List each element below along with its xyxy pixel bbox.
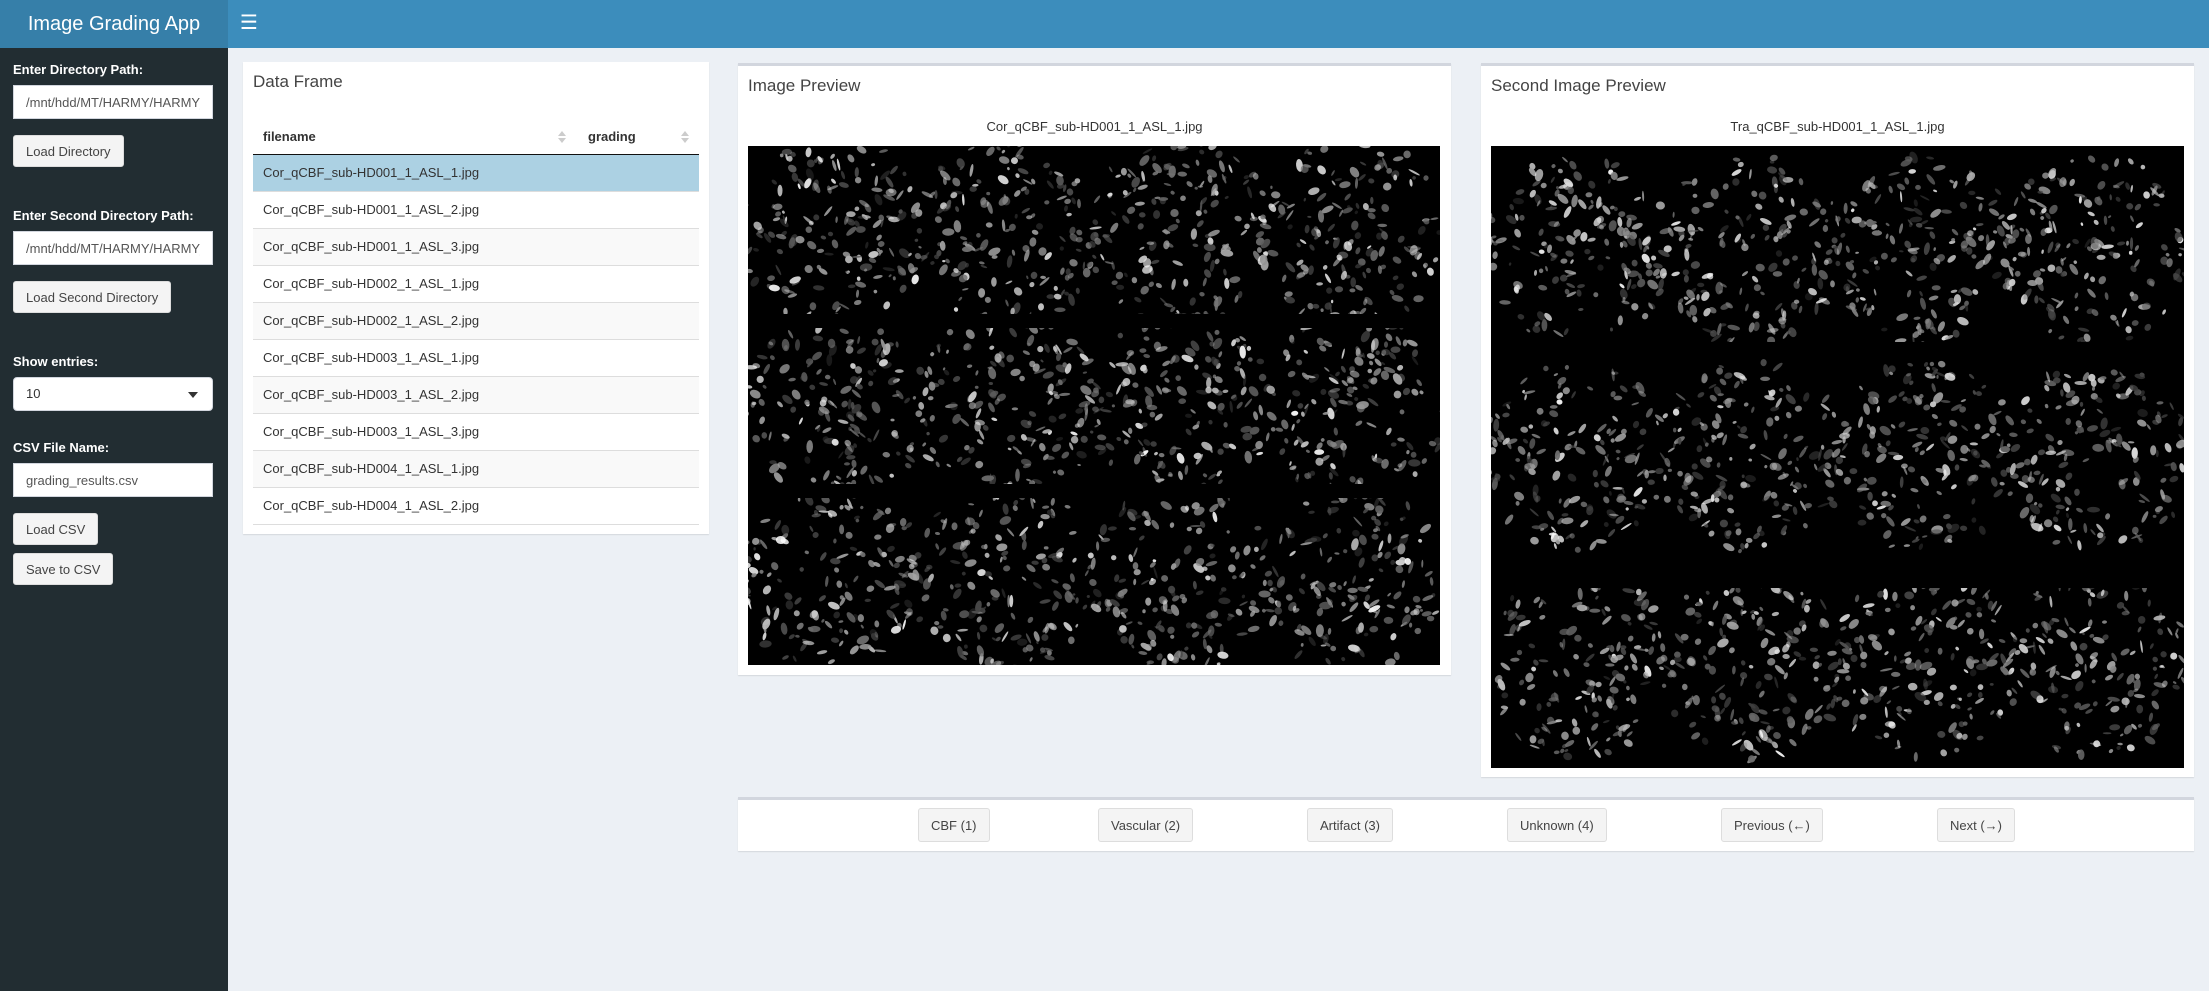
- directory-path-input[interactable]: [13, 85, 213, 119]
- load-directory-button[interactable]: Load Directory: [13, 135, 124, 167]
- table-row[interactable]: Cor_qCBF_sub-HD001_1_ASL_1.jpg: [253, 155, 699, 192]
- csv-file-name-input[interactable]: [13, 463, 213, 497]
- filename-cell: Cor_qCBF_sub-HD003_1_ASL_3.jpg: [263, 424, 480, 439]
- second-image-preview-title: Second Image Preview: [1491, 76, 1666, 95]
- image-preview-title: Image Preview: [748, 76, 861, 95]
- column-header-grading[interactable]: grading: [588, 119, 636, 155]
- hamburger-icon[interactable]: ☰: [228, 0, 270, 48]
- csv-file-name-label: CSV File Name:: [13, 440, 110, 455]
- filename-cell: Cor_qCBF_sub-HD001_1_ASL_3.jpg: [263, 239, 480, 254]
- filename-cell: Cor_qCBF_sub-HD002_1_ASL_1.jpg: [263, 276, 480, 291]
- directory-path-label: Enter Directory Path:: [13, 62, 144, 77]
- filename-cell: Cor_qCBF_sub-HD003_1_ASL_2.jpg: [263, 387, 480, 402]
- data-table: filename grading Cor_qCBF_sub-HD001_1_AS…: [253, 119, 699, 525]
- image-caption: Cor_qCBF_sub-HD001_1_ASL_1.jpg: [986, 119, 1203, 134]
- unknown-button[interactable]: Unknown (4): [1507, 808, 1607, 842]
- table-row[interactable]: Cor_qCBF_sub-HD002_1_ASL_1.jpg: [253, 266, 699, 303]
- table-row[interactable]: Cor_qCBF_sub-HD002_1_ASL_2.jpg: [253, 303, 699, 340]
- table-row[interactable]: Cor_qCBF_sub-HD003_1_ASL_2.jpg: [253, 377, 699, 414]
- table-row[interactable]: Cor_qCBF_sub-HD004_1_ASL_1.jpg: [253, 451, 699, 488]
- filename-cell: Cor_qCBF_sub-HD003_1_ASL_1.jpg: [263, 350, 480, 365]
- app-header: Image Grading App ☰: [0, 0, 2209, 48]
- filename-cell: Cor_qCBF_sub-HD001_1_ASL_1.jpg: [263, 165, 480, 180]
- image-preview-box: Image Preview Cor_qCBF_sub-HD001_1_ASL_1…: [738, 63, 1451, 675]
- filename-cell: Cor_qCBF_sub-HD004_1_ASL_2.jpg: [263, 498, 480, 513]
- next-button[interactable]: Next (→): [1937, 808, 2015, 842]
- table-body: Cor_qCBF_sub-HD001_1_ASL_1.jpg Cor_qCBF_s…: [253, 155, 699, 525]
- table-row[interactable]: Cor_qCBF_sub-HD004_1_ASL_2.jpg: [253, 488, 699, 525]
- second-directory-path-input[interactable]: [13, 231, 213, 265]
- table-row[interactable]: Cor_qCBF_sub-HD003_1_ASL_3.jpg: [253, 414, 699, 451]
- second-image-preview-box: Second Image Preview Tra_qCBF_sub-HD001_…: [1481, 63, 2194, 777]
- table-row[interactable]: Cor_qCBF_sub-HD003_1_ASL_1.jpg: [253, 340, 699, 377]
- artifact-button[interactable]: Artifact (3): [1307, 808, 1393, 842]
- filename-cell: Cor_qCBF_sub-HD004_1_ASL_1.jpg: [263, 461, 480, 476]
- load-second-directory-button[interactable]: Load Second Directory: [13, 281, 172, 313]
- data-frame-title: Data Frame: [253, 72, 343, 91]
- second-image-caption: Tra_qCBF_sub-HD001_1_ASL_1.jpg: [1730, 119, 1945, 134]
- save-to-csv-button[interactable]: Save to CSV: [13, 553, 114, 585]
- table-header: filename grading: [253, 119, 699, 155]
- table-row[interactable]: Cor_qCBF_sub-HD001_1_ASL_2.jpg: [253, 192, 699, 229]
- table-row[interactable]: Cor_qCBF_sub-HD001_1_ASL_3.jpg: [253, 229, 699, 266]
- app-title: Image Grading App: [0, 0, 228, 48]
- mri-coronal-image: [748, 146, 1440, 665]
- show-entries-value: 10: [26, 386, 41, 401]
- vascular-button[interactable]: Vascular (2): [1098, 808, 1194, 842]
- column-header-filename[interactable]: filename: [263, 119, 316, 155]
- sort-icon[interactable]: [681, 130, 689, 144]
- sidebar: Enter Directory Path: Load Directory Ent…: [0, 48, 228, 991]
- second-directory-path-label: Enter Second Directory Path:: [13, 208, 194, 223]
- show-entries-select[interactable]: 10: [13, 377, 213, 411]
- load-csv-button[interactable]: Load CSV: [13, 513, 99, 545]
- show-entries-label: Show entries:: [13, 354, 99, 369]
- filename-cell: Cor_qCBF_sub-HD001_1_ASL_2.jpg: [263, 202, 480, 217]
- sort-icon[interactable]: [558, 130, 566, 144]
- mri-transverse-image: [1491, 146, 2184, 768]
- previous-button[interactable]: Previous (←): [1721, 808, 1823, 842]
- filename-cell: Cor_qCBF_sub-HD002_1_ASL_2.jpg: [263, 313, 480, 328]
- chevron-down-icon: [188, 392, 198, 398]
- cbf-button[interactable]: CBF (1): [918, 808, 990, 842]
